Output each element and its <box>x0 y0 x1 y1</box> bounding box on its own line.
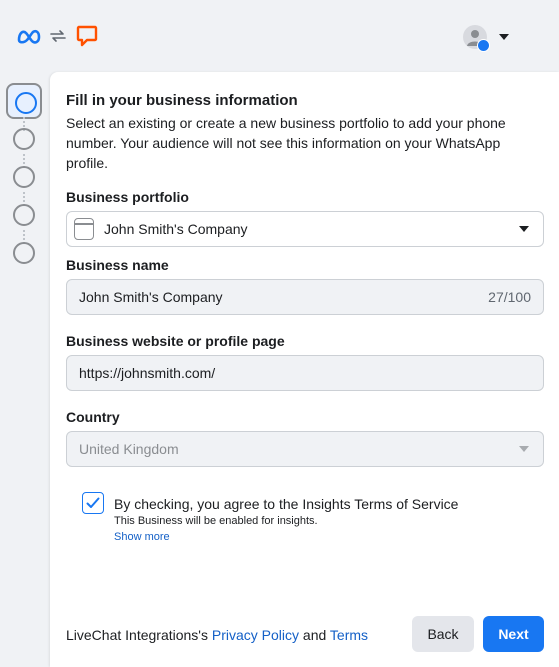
step-5-indicator <box>13 242 35 264</box>
business-name-label: Business name <box>66 257 169 273</box>
business-name-input[interactable]: John Smith's Company 27/100 <box>66 279 544 315</box>
footer-prefix: LiveChat Integrations's <box>66 627 208 643</box>
chevron-down-icon <box>519 446 529 452</box>
country-dropdown[interactable]: United Kingdom <box>66 431 544 467</box>
consent-checkbox[interactable] <box>82 492 104 514</box>
show-more-link[interactable]: Show more <box>114 531 170 543</box>
livechat-logo-icon <box>76 25 98 47</box>
website-input[interactable]: https://johnsmith.com/ <box>66 355 544 391</box>
facebook-badge-icon <box>477 39 490 52</box>
website-value: https://johnsmith.com/ <box>79 365 216 381</box>
portfolio-label: Business portfolio <box>66 189 189 205</box>
profile-menu[interactable] <box>463 24 513 52</box>
consent-subtext: This Business will be enabled for insigh… <box>114 515 318 527</box>
business-name-value: John Smith's Company <box>79 289 223 305</box>
step-1-indicator <box>15 92 37 114</box>
character-count: 27/100 <box>488 289 531 305</box>
chevron-down-icon <box>499 34 509 40</box>
step-1-highlight <box>6 83 42 119</box>
back-button[interactable]: Back <box>412 616 474 652</box>
step-4-indicator <box>13 204 35 226</box>
chevron-down-icon <box>519 226 529 232</box>
terms-link[interactable]: Terms <box>330 627 368 643</box>
portfolio-icon <box>74 218 94 240</box>
page-title: Fill in your business information <box>66 92 298 109</box>
business-portfolio-dropdown[interactable]: John Smith's Company <box>66 211 544 247</box>
privacy-policy-link[interactable]: Privacy Policy <box>212 627 299 643</box>
consent-text: By checking, you agree to the Insights T… <box>114 496 459 512</box>
progress-stepper <box>0 72 50 667</box>
footer-and: and <box>302 627 327 643</box>
country-value: United Kingdom <box>79 441 179 457</box>
step-3-indicator <box>13 166 35 188</box>
page-description: Select an existing or create a new busin… <box>66 115 506 171</box>
next-button[interactable]: Next <box>483 616 544 652</box>
footer-legal: LiveChat Integrations's Privacy Policy a… <box>66 627 368 643</box>
checkmark-icon <box>86 497 100 508</box>
sync-arrows-icon <box>50 30 66 42</box>
top-bar <box>0 0 559 72</box>
country-label: Country <box>66 409 120 425</box>
website-label: Business website or profile page <box>66 333 285 349</box>
portfolio-value: John Smith's Company <box>104 221 248 237</box>
meta-logo-icon <box>17 29 41 44</box>
step-2-indicator <box>13 128 35 150</box>
profile-avatar-icon <box>463 25 490 52</box>
business-info-panel: Fill in your business information Select… <box>50 72 559 667</box>
